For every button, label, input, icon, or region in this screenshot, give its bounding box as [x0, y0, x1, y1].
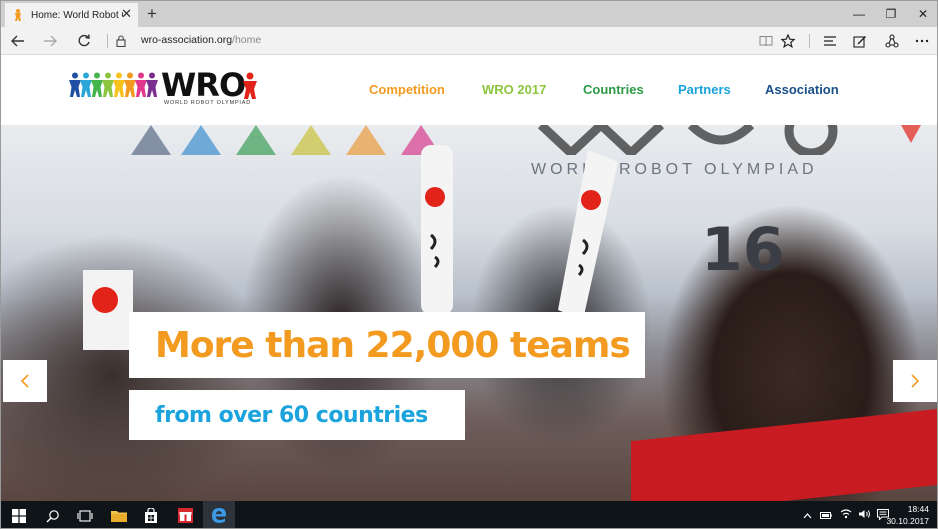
- clock-time: 18:44: [907, 504, 929, 514]
- logo-red-figure-icon: [243, 72, 257, 99]
- hero-headline: More than 22,000 teams: [155, 324, 631, 366]
- wifi-icon[interactable]: [840, 509, 852, 522]
- chevron-right-icon: [911, 374, 920, 388]
- folder-icon: [111, 511, 127, 522]
- chevron-up-icon[interactable]: [803, 510, 812, 522]
- nav-countries[interactable]: Countries: [583, 82, 644, 97]
- close-window-button[interactable]: ✕: [907, 1, 937, 27]
- edge-icon: [212, 507, 226, 523]
- wro-favicon-icon: [13, 9, 23, 21]
- search-button[interactable]: [37, 501, 69, 528]
- lock-icon: [116, 34, 126, 52]
- hero-red-flag: [631, 408, 937, 501]
- logo-people-icon: [69, 72, 158, 98]
- nav-partners[interactable]: Partners: [678, 82, 731, 97]
- address-bar: wro-association.org/home: [1, 27, 937, 55]
- forward-button[interactable]: [39, 31, 61, 51]
- taskbar-clock[interactable]: 18:44 30.10.2017: [886, 503, 929, 527]
- start-button[interactable]: [3, 501, 35, 528]
- share-icon: [885, 34, 899, 48]
- arrow-right-icon: [44, 35, 57, 47]
- flag-japan-small-image: [83, 270, 133, 350]
- tab-bar: Home: World Robot Oly ✕ + — ❐ ✕: [1, 1, 937, 27]
- gift-app-button[interactable]: [169, 501, 201, 528]
- site-header: WRO WORLD ROBOT OLYMPIAD Competition WRO…: [1, 56, 937, 125]
- more-button[interactable]: [911, 31, 933, 51]
- refresh-icon: [78, 34, 90, 47]
- reading-view-button[interactable]: [755, 31, 777, 51]
- nav-wro-2017[interactable]: WRO 2017: [482, 82, 546, 97]
- url-path: /home: [232, 34, 262, 46]
- chevron-left-icon: [20, 374, 29, 388]
- more-icon: [915, 39, 929, 43]
- flag-stick-left-image: [421, 145, 453, 315]
- hero-slider: WORLD ROBOT OLYMPIAD 16 More than 22,000…: [1, 125, 937, 501]
- volume-icon[interactable]: [858, 509, 871, 522]
- pen-icon: [853, 36, 866, 48]
- windows-taskbar: 18:44 30.10.2017: [1, 501, 937, 528]
- hero-subheadline-box: from over 60 countries: [129, 390, 465, 440]
- task-view-icon: [77, 509, 93, 522]
- windows-logo-icon: [12, 508, 26, 523]
- slider-next-button[interactable]: [893, 360, 937, 402]
- refresh-button[interactable]: [73, 31, 95, 51]
- share-button[interactable]: [881, 31, 903, 51]
- nav-competition[interactable]: Competition: [369, 82, 445, 97]
- back-button[interactable]: [7, 31, 29, 51]
- star-icon: [781, 34, 795, 48]
- logo-text: WRO: [161, 66, 246, 104]
- gift-icon: [177, 508, 193, 523]
- flag-stick-right-image: [558, 150, 618, 320]
- system-tray: [803, 501, 889, 528]
- wro-logo[interactable]: WRO WORLD ROBOT OLYMPIAD: [69, 66, 264, 110]
- task-view-button[interactable]: [69, 501, 101, 528]
- hero-year-text: 16: [701, 215, 785, 285]
- url-field[interactable]: wro-association.org/home: [141, 34, 261, 46]
- hero-subheadline: from over 60 countries: [155, 402, 428, 428]
- tab-close-button[interactable]: ✕: [121, 7, 132, 21]
- tab-title: Home: World Robot Oly: [31, 9, 123, 21]
- book-icon: [759, 36, 773, 47]
- hub-icon: [824, 36, 836, 46]
- web-note-button[interactable]: [849, 31, 871, 51]
- file-explorer-button[interactable]: [103, 501, 135, 528]
- slider-prev-button[interactable]: [3, 360, 47, 402]
- hero-banner-figures-image: [131, 125, 921, 155]
- logo-person-figure: [146, 72, 158, 97]
- edge-taskbar-button[interactable]: [203, 501, 235, 528]
- window-controls: — ❐ ✕: [843, 1, 937, 27]
- store-button[interactable]: [135, 501, 167, 528]
- url-host: wro-association.org: [141, 34, 233, 46]
- toolbar-separator: [809, 34, 810, 48]
- minimize-button[interactable]: —: [843, 1, 875, 27]
- hub-button[interactable]: [819, 31, 841, 51]
- hero-headline-box: More than 22,000 teams: [129, 312, 645, 378]
- store-bag-icon: [145, 508, 157, 523]
- search-icon: [46, 509, 59, 522]
- tab-home[interactable]: Home: World Robot Oly ✕: [5, 3, 138, 27]
- nav-association[interactable]: Association: [765, 82, 839, 97]
- browser-window: Home: World Robot Oly ✕ + — ❐ ✕ wro-asso…: [0, 0, 938, 529]
- restore-button[interactable]: ❐: [875, 1, 907, 27]
- arrow-left-icon: [11, 35, 24, 47]
- logo-subtitle: WORLD ROBOT OLYMPIAD: [164, 100, 252, 106]
- clock-date: 30.10.2017: [886, 516, 929, 526]
- address-separator: [107, 34, 108, 48]
- battery-icon[interactable]: [820, 510, 832, 522]
- favorite-button[interactable]: [777, 31, 799, 51]
- new-tab-button[interactable]: +: [143, 3, 161, 25]
